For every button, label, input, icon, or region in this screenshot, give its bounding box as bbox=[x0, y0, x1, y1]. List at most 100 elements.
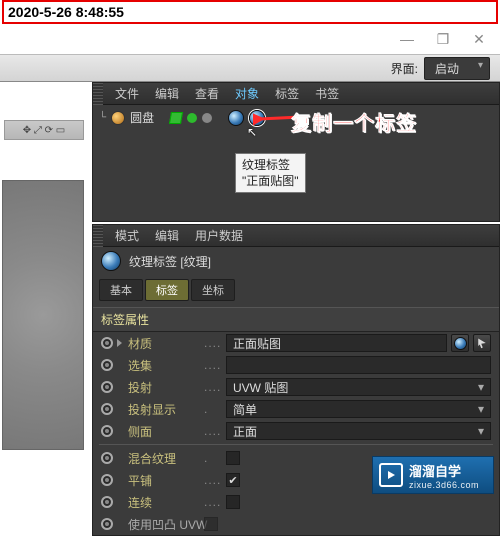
bump-uvw-checkbox[interactable] bbox=[204, 517, 218, 531]
prop-label-selection: 选集 bbox=[128, 357, 200, 374]
dots-icon: .... bbox=[204, 380, 222, 394]
expand-icon[interactable] bbox=[117, 339, 122, 347]
anim-dot-icon[interactable] bbox=[101, 452, 113, 464]
dots-icon: . bbox=[204, 402, 222, 416]
section-header-tag-props: 标签属性 bbox=[93, 307, 499, 332]
panel-grip-icon[interactable] bbox=[93, 225, 103, 247]
window-titlebar: — ❐ ✕ bbox=[0, 24, 500, 54]
disc-object-icon bbox=[111, 111, 125, 125]
watermark-sub: zixue.3d66.com bbox=[409, 480, 479, 490]
enable-check-icon[interactable] bbox=[169, 112, 183, 124]
projection-display-dropdown[interactable]: 简单 ▾ bbox=[226, 400, 491, 418]
tile-checkbox[interactable]: ✔ bbox=[226, 473, 240, 487]
texture-tag-icon-2[interactable] bbox=[249, 110, 265, 126]
prop-row-projection-display: 投射显示 . 简单 ▾ bbox=[93, 398, 499, 420]
anim-dot-icon[interactable] bbox=[101, 381, 113, 393]
tree-branch-icon: └ bbox=[99, 112, 106, 123]
layout-label: 界面: bbox=[391, 60, 418, 77]
side-value: 正面 bbox=[233, 423, 257, 440]
left-viewport-area: ✥ ⤢ ⟳ ▭ bbox=[0, 82, 88, 522]
dots-icon: . bbox=[204, 451, 222, 465]
cursor-icon: ↖ bbox=[247, 125, 257, 139]
menu-bookmarks[interactable]: 书签 bbox=[307, 83, 347, 105]
chevron-down-icon: ▾ bbox=[478, 380, 484, 394]
object-manager-body: └ 圆盘 ↖ 复制一个标签 纹理 bbox=[93, 105, 499, 221]
anim-dot-icon[interactable] bbox=[101, 359, 113, 371]
watermark-title: 溜溜自学 bbox=[409, 461, 479, 480]
timestamp-text: 2020-5-26 8:48:55 bbox=[8, 4, 124, 20]
menu-edit[interactable]: 编辑 bbox=[147, 83, 187, 105]
prop-label-material: 材质 bbox=[128, 335, 200, 352]
viewport-nav-icons[interactable]: ✥ ⤢ ⟳ ▭ bbox=[4, 120, 84, 140]
timestamp-bar: 2020-5-26 8:48:55 bbox=[2, 0, 498, 24]
material-picker-button[interactable] bbox=[473, 334, 491, 352]
tab-basic[interactable]: 基本 bbox=[99, 279, 143, 301]
attr-element-title: 纹理标签 [纹理] bbox=[129, 253, 211, 270]
tab-coord[interactable]: 坐标 bbox=[191, 279, 235, 301]
attr-tabs: 基本 标签 坐标 bbox=[93, 275, 499, 307]
prop-row-side: 侧面 .... 正面 ▾ bbox=[93, 420, 499, 442]
prop-row-selection: 选集 .... bbox=[93, 354, 499, 376]
menu-object[interactable]: 对象 bbox=[227, 83, 267, 105]
prop-label-seamless: 连续 bbox=[128, 494, 200, 511]
dots-icon: .... bbox=[204, 495, 222, 509]
prop-row-seamless: 连续 .... bbox=[93, 491, 499, 513]
seamless-checkbox[interactable] bbox=[226, 495, 240, 509]
object-label: 圆盘 bbox=[130, 109, 154, 126]
selection-field[interactable] bbox=[226, 356, 491, 374]
material-field[interactable]: 正面贴图 bbox=[226, 334, 447, 352]
anim-dot-icon[interactable] bbox=[101, 337, 113, 349]
attr-menu-userdata[interactable]: 用户数据 bbox=[187, 225, 251, 247]
chevron-down-icon: ▾ bbox=[478, 402, 484, 416]
menu-tags[interactable]: 标签 bbox=[267, 83, 307, 105]
window-minimize-button[interactable]: — bbox=[400, 32, 414, 46]
viewport-3d[interactable] bbox=[2, 180, 84, 450]
dots-icon: .... bbox=[204, 473, 222, 487]
material-preview-button[interactable] bbox=[451, 334, 469, 352]
window-restore-button[interactable]: ❐ bbox=[436, 32, 450, 46]
prop-row-bump-uvw: 使用凹凸 UVW bbox=[93, 513, 499, 535]
attr-menu-mode[interactable]: 模式 bbox=[107, 225, 147, 247]
menu-file[interactable]: 文件 bbox=[107, 83, 147, 105]
anim-dot-icon[interactable] bbox=[101, 496, 113, 508]
prop-label-projection: 投射 bbox=[128, 379, 200, 396]
attribute-manager-menubar: 模式 编辑 用户数据 bbox=[93, 225, 499, 247]
projection-dropdown[interactable]: UVW 贴图 ▾ bbox=[226, 378, 491, 396]
visibility-dot-render[interactable] bbox=[202, 113, 212, 123]
window-close-button[interactable]: ✕ bbox=[472, 32, 486, 46]
attr-menu-edit[interactable]: 编辑 bbox=[147, 225, 187, 247]
dots-icon: .... bbox=[204, 424, 222, 438]
chevron-down-icon: ▾ bbox=[478, 424, 484, 438]
tab-tag[interactable]: 标签 bbox=[145, 279, 189, 301]
panel-grip-icon[interactable] bbox=[93, 83, 103, 105]
layout-dropdown[interactable]: 启动 bbox=[424, 57, 490, 80]
material-value: 正面贴图 bbox=[233, 335, 281, 352]
anim-dot-icon[interactable] bbox=[101, 403, 113, 415]
projection-value: UVW 贴图 bbox=[233, 379, 288, 396]
separator bbox=[99, 444, 493, 445]
tooltip-line1: 纹理标签 bbox=[242, 157, 299, 173]
object-manager-panel: 文件 编辑 查看 对象 标签 书签 └ 圆盘 bbox=[92, 82, 500, 222]
dots-icon: .... bbox=[204, 336, 222, 350]
prop-label-bump-uvw: 使用凹凸 UVW bbox=[128, 516, 200, 533]
mix-texture-checkbox[interactable] bbox=[226, 451, 240, 465]
attr-element-header: 纹理标签 [纹理] bbox=[93, 247, 499, 275]
texture-tag-icon-1[interactable] bbox=[228, 110, 244, 126]
object-manager-menubar: 文件 编辑 查看 对象 标签 书签 bbox=[93, 83, 499, 105]
texture-tag-tooltip: 纹理标签 "正面贴图" bbox=[235, 153, 306, 193]
anim-dot-icon[interactable] bbox=[101, 518, 113, 530]
prop-label-mix: 混合纹理 bbox=[128, 450, 200, 467]
prop-row-projection: 投射 .... UVW 贴图 ▾ bbox=[93, 376, 499, 398]
dots-icon: .... bbox=[204, 358, 222, 372]
tooltip-line2: "正面贴图" bbox=[242, 173, 299, 189]
material-preview-icon bbox=[454, 337, 467, 350]
prop-label-side: 侧面 bbox=[128, 423, 200, 440]
callout-text: 复制一个标签 bbox=[291, 107, 417, 136]
anim-dot-icon[interactable] bbox=[101, 425, 113, 437]
anim-dot-icon[interactable] bbox=[101, 474, 113, 486]
menu-view[interactable]: 查看 bbox=[187, 83, 227, 105]
prop-label-tile: 平铺 bbox=[128, 472, 200, 489]
side-dropdown[interactable]: 正面 ▾ bbox=[226, 422, 491, 440]
visibility-dot-editor[interactable] bbox=[187, 113, 197, 123]
layout-value: 启动 bbox=[435, 62, 459, 76]
